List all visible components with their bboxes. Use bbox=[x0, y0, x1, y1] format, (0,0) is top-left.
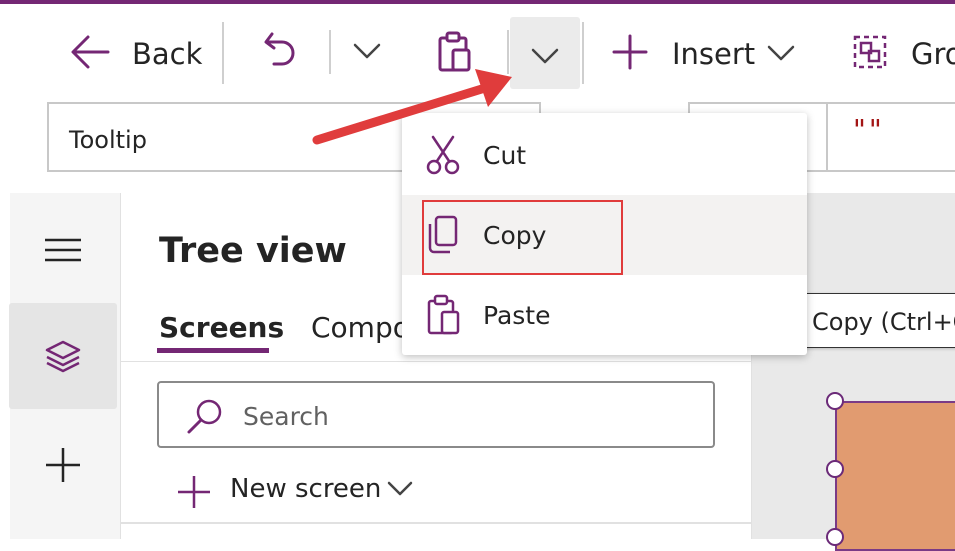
menu-label-paste: Paste bbox=[483, 301, 551, 330]
layers-icon bbox=[45, 340, 81, 373]
tab-screens[interactable]: Screens bbox=[159, 311, 284, 344]
insert-button[interactable] bbox=[612, 34, 648, 70]
tab-components[interactable]: Compo bbox=[311, 311, 410, 344]
chevron-down-icon bbox=[387, 481, 413, 496]
plus-icon bbox=[46, 448, 80, 482]
new-screen-button[interactable] bbox=[176, 474, 212, 510]
plus-icon bbox=[612, 34, 648, 70]
resize-handle[interactable] bbox=[826, 460, 844, 478]
search-input[interactable]: Search bbox=[157, 381, 715, 448]
tree-view-rail-button[interactable] bbox=[9, 303, 117, 409]
search-icon bbox=[187, 399, 222, 434]
menu-toggle-button[interactable] bbox=[44, 237, 82, 263]
annotation-arrow bbox=[312, 69, 512, 145]
group-label[interactable]: Gro bbox=[911, 40, 955, 69]
back-label[interactable]: Back bbox=[132, 40, 202, 69]
undo-button[interactable] bbox=[262, 30, 298, 72]
panel-divider bbox=[121, 522, 751, 524]
formula-value[interactable]: "" bbox=[853, 113, 885, 146]
new-screen-dropdown[interactable] bbox=[386, 480, 414, 498]
resize-handle[interactable] bbox=[826, 528, 844, 546]
back-button[interactable] bbox=[68, 32, 112, 72]
insert-rail-button[interactable] bbox=[44, 446, 82, 484]
back-arrow-icon bbox=[71, 35, 110, 69]
chevron-down-icon bbox=[767, 45, 795, 61]
tooltip-text: Copy (Ctrl+C) bbox=[812, 308, 955, 336]
resize-handle[interactable] bbox=[826, 392, 844, 410]
group-icon bbox=[853, 35, 887, 69]
tooltip: Copy (Ctrl+C) bbox=[793, 293, 955, 348]
paste-icon bbox=[427, 294, 460, 335]
highlight-box bbox=[422, 200, 623, 275]
selected-shape[interactable] bbox=[835, 401, 955, 551]
active-tab-indicator bbox=[157, 348, 269, 353]
menu-item-paste[interactable]: Paste bbox=[402, 275, 807, 355]
panel-title: Tree view bbox=[159, 231, 347, 271]
property-name: Tooltip bbox=[69, 126, 147, 154]
fx-divider bbox=[826, 104, 828, 170]
group-button[interactable] bbox=[852, 34, 888, 70]
plus-icon bbox=[178, 476, 210, 508]
undo-icon bbox=[264, 32, 295, 66]
new-screen-label[interactable]: New screen bbox=[230, 474, 381, 504]
chevron-down-icon bbox=[531, 48, 559, 64]
search-placeholder: Search bbox=[243, 402, 329, 431]
insert-label[interactable]: Insert bbox=[672, 40, 755, 69]
toolbar-separator bbox=[582, 22, 584, 84]
hamburger-icon bbox=[45, 238, 81, 262]
insert-dropdown[interactable] bbox=[766, 44, 796, 62]
toolbar-separator bbox=[222, 22, 224, 84]
tabs-divider bbox=[121, 361, 751, 362]
